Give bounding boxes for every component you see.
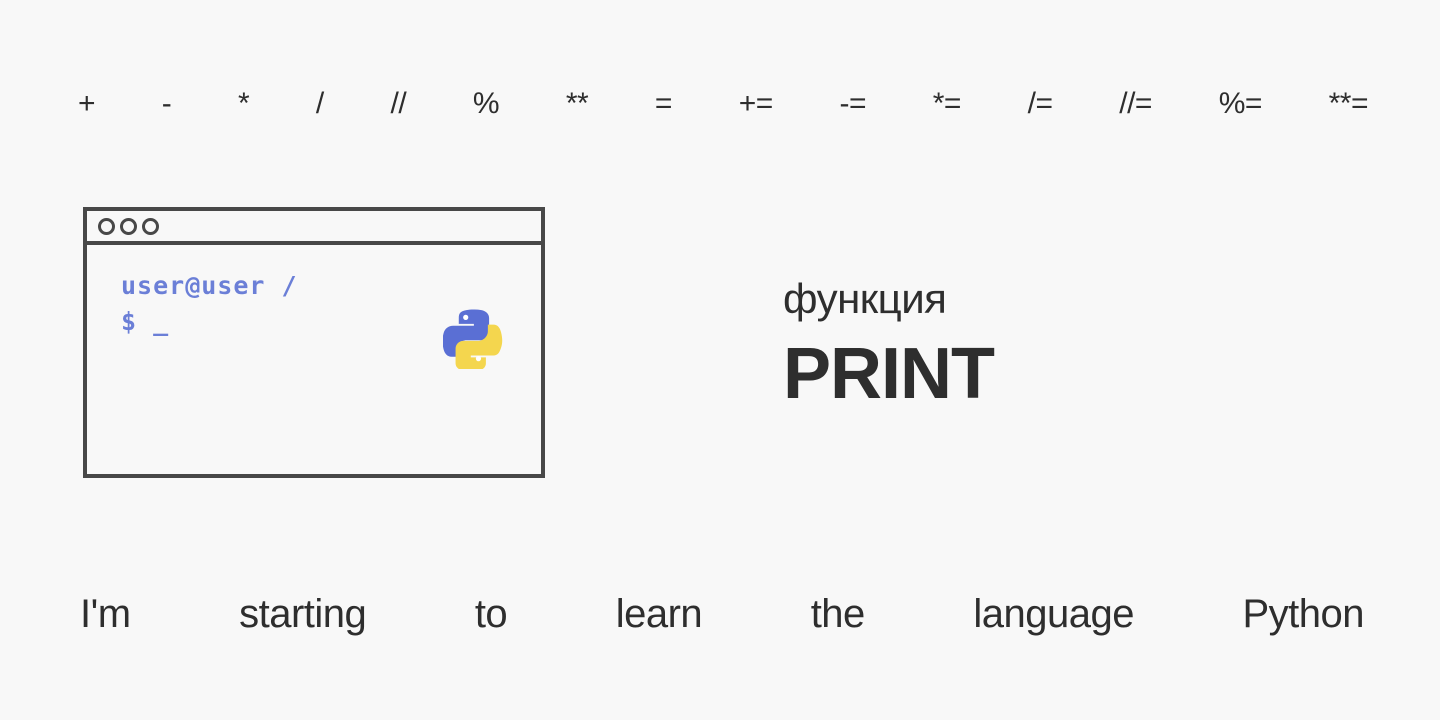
- caption-word: Python: [1242, 592, 1364, 636]
- terminal-prompt-line-1: user@user /: [121, 271, 298, 300]
- operator-modulo-assign: %=: [1218, 87, 1263, 120]
- caption-word: learn: [615, 592, 703, 636]
- window-control-dots: [98, 217, 159, 235]
- heading-subtitle: функция: [783, 275, 947, 322]
- operator-minus: -: [161, 87, 172, 120]
- operator-assign: =: [654, 87, 673, 120]
- operator-power: **: [565, 87, 589, 120]
- window-close-dot-icon[interactable]: [98, 217, 115, 235]
- page-title: PRINT: [783, 334, 995, 415]
- caption-word: to: [474, 592, 508, 636]
- caption-word: language: [973, 592, 1134, 636]
- operator-floor-divide-assign: //=: [1119, 87, 1152, 120]
- caption-word: the: [810, 592, 866, 636]
- operator-multiply: *: [238, 87, 250, 120]
- caption-word: starting: [239, 592, 367, 636]
- operator-minus-assign: -=: [839, 87, 866, 120]
- operator-plus: +: [78, 87, 96, 120]
- terminal-window: user@user / $ _: [83, 207, 545, 478]
- operator-floor-divide: //: [390, 87, 407, 120]
- operator-divide: /: [315, 87, 324, 120]
- caption-word: I'm: [80, 592, 131, 636]
- operator-modulo: %: [472, 87, 500, 120]
- operator-row: + - * / // % ** = += -= *= /= //= %= **=: [78, 78, 1369, 130]
- window-maximize-dot-icon[interactable]: [142, 217, 159, 235]
- operator-plus-assign: +=: [738, 87, 774, 120]
- terminal-titlebar: [87, 211, 541, 245]
- operator-multiply-assign: *=: [932, 87, 962, 120]
- python-logo-icon: [443, 309, 503, 369]
- operator-divide-assign: /=: [1027, 87, 1053, 120]
- window-minimize-dot-icon[interactable]: [120, 217, 137, 235]
- terminal-body[interactable]: user@user / $ _: [87, 245, 541, 474]
- caption-row: I'm starting to learn the language Pytho…: [80, 585, 1364, 643]
- heading-block: функция PRINT: [783, 275, 1343, 414]
- operator-power-assign: **=: [1328, 87, 1369, 120]
